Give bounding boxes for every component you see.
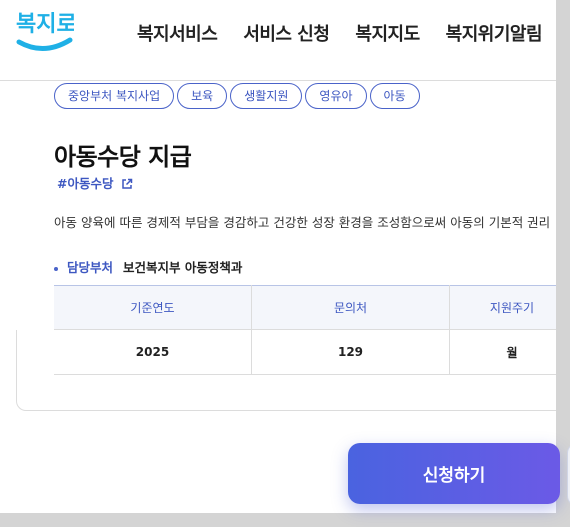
main-nav: 복지서비스 서비스 신청 복지지도 복지위기알림: [137, 20, 556, 46]
department-label: 담당부처: [67, 260, 114, 275]
bullet-icon: [54, 266, 58, 271]
table-header-row: 기준연도 문의처 지원주기: [54, 285, 556, 330]
department-row: 담당부처 보건복지부 아동정책과: [54, 257, 242, 276]
bokjiro-logo-icon: 복지로: [16, 12, 77, 51]
nav-item-crisis-alert[interactable]: 복지위기알림: [446, 20, 543, 46]
service-info-table: 기준연도 문의처 지원주기 2025 129 월: [54, 285, 556, 375]
header-contact: 문의처: [251, 285, 450, 330]
apply-button[interactable]: 신청하기: [348, 443, 560, 504]
site-header: 복지로 복지서비스 서비스 신청 복지지도 복지위기알림: [0, 0, 556, 81]
header-base-year: 기준연도: [54, 285, 252, 330]
logo-text: 복지로: [16, 12, 74, 37]
nav-item-service-application[interactable]: 서비스 신청: [243, 20, 330, 46]
cell-base-year: 2025: [54, 329, 252, 375]
cell-contact: 129: [251, 329, 450, 375]
service-title: 아동수당 지급: [54, 143, 192, 171]
external-link-icon: [122, 178, 133, 189]
tag-child[interactable]: 아동: [369, 83, 420, 109]
tag-infant[interactable]: 영유아: [305, 83, 367, 109]
tag-living-support[interactable]: 생활지원: [230, 83, 303, 109]
tag-childcare[interactable]: 보육: [177, 83, 228, 109]
hashtag-link[interactable]: #아동수당: [57, 173, 133, 192]
tag-central-ministry[interactable]: 중앙부처 복지사업: [54, 83, 175, 109]
header-support-cycle: 지원주기: [449, 285, 556, 330]
department-value: 보건복지부 아동정책과: [123, 260, 243, 275]
nav-item-welfare-map[interactable]: 복지지도: [355, 20, 420, 46]
table-row: 2025 129 월: [54, 329, 556, 375]
hashtag-text: #아동수당: [57, 176, 114, 191]
cell-support-cycle: 월: [506, 345, 518, 360]
service-description: 아동 양육에 따른 경제적 부담을 경감하고 건강한 성장 환경을 조성함으로써…: [54, 215, 551, 230]
category-tags: 중앙부처 복지사업 보육 생활지원 영유아 아동: [54, 83, 423, 109]
page: 복지로 복지서비스 서비스 신청 복지지도 복지위기알림 중앙부처 복지사업 보육 생활지…: [0, 0, 556, 513]
nav-item-welfare-services[interactable]: 복지서비스: [137, 20, 218, 46]
logo[interactable]: 복지로: [16, 4, 77, 60]
